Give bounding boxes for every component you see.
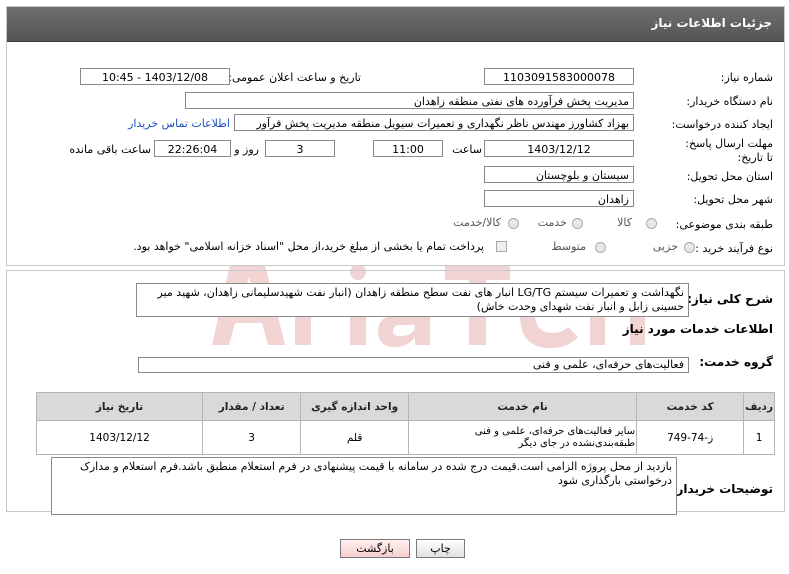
buyer-notes-text: بازدید از محل پروژه الزامی است.قیمت درج …: [51, 457, 677, 515]
province-field: سیستان و بلوچستان: [484, 166, 634, 183]
col-row: ردیف: [743, 392, 775, 421]
purchase-medium-radio[interactable]: [595, 242, 606, 253]
deadline-date-field: 1403/12/12: [484, 140, 634, 157]
print-button[interactable]: چاپ: [416, 539, 465, 558]
requester-label: ایجاد کننده درخواست:: [671, 118, 773, 131]
col-name: نام خدمت: [408, 392, 638, 421]
deadline-time-label: ساعت: [452, 143, 482, 156]
panel-header: جزئیات اطلاعات نیاز: [7, 7, 784, 42]
back-button[interactable]: بازگشت: [340, 539, 410, 558]
days-remaining-field: 3: [265, 140, 335, 157]
category-goods-service-label: کالا/خدمت: [453, 216, 501, 229]
services-table-header: ردیف کد خدمت نام خدمت واحد اندازه گیری ت…: [35, 392, 775, 421]
summary-text: نگهداشت و تعمیرات سیستم LG/TG انبار های …: [136, 283, 689, 317]
cell-unit: قلم: [300, 420, 410, 455]
remaining-time-label: ساعت باقی مانده: [69, 143, 151, 156]
days-label: روز و: [234, 143, 259, 156]
purchase-minor-radio[interactable]: [684, 242, 695, 253]
purchase-type-label: نوع فرآیند خرید :: [695, 242, 773, 255]
need-number-label: شماره نیاز:: [720, 71, 773, 84]
remaining-time-field: 22:26:04: [154, 140, 231, 157]
category-label: طبقه بندی موضوعی:: [675, 218, 773, 231]
service-group-field: فعالیت‌های حرفه‌ای، علمی و فنی: [138, 357, 689, 373]
category-service-radio[interactable]: [572, 218, 583, 229]
city-field: زاهدان: [484, 190, 634, 207]
category-service-label: خدمت: [537, 216, 567, 229]
table-row: 1 ز-74-749 سایر فعالیت‌های حرفه‌ای، علمی…: [35, 420, 775, 455]
need-details-panel: جزئیات اطلاعات نیاز: [6, 6, 785, 266]
requester-field: بهزاد کشاورز مهندس ناظر نگهداری و تعمیرا…: [234, 114, 634, 131]
cell-row: 1: [743, 420, 775, 455]
cell-date: 1403/12/12: [35, 420, 204, 455]
services-section-title: اطلاعات خدمات مورد نیاز: [622, 322, 773, 336]
purchase-minor-label: جزیی: [652, 240, 678, 253]
deadline-label: مهلت ارسال پاسخ: تا تاریخ:: [685, 137, 773, 164]
buyer-org-field: مدیریت پخش فرآورده های نفتی منطقه زاهدان: [185, 92, 634, 109]
category-goods-service-radio[interactable]: [508, 218, 519, 229]
cell-code: ز-74-749: [636, 420, 745, 455]
announce-datetime-label: تاریخ و ساعت اعلان عمومی:: [228, 71, 361, 84]
category-goods-label: کالا: [617, 216, 632, 229]
col-unit: واحد اندازه گیری: [300, 392, 410, 421]
need-number-field: 1103091583000078: [484, 68, 634, 85]
province-label: استان محل تحویل:: [686, 170, 773, 183]
page-title: جزئیات اطلاعات نیاز: [651, 16, 772, 30]
cell-name: سایر فعالیت‌های حرفه‌ای، علمی و فنی طبقه…: [408, 420, 638, 455]
treasury-payment-checkbox[interactable]: [496, 241, 507, 252]
summary-label: شرح کلی نیاز:: [687, 292, 773, 306]
cell-qty: 3: [202, 420, 302, 455]
buyer-contact-link[interactable]: اطلاعات تماس خریدار: [128, 117, 230, 130]
col-qty: تعداد / مقدار: [202, 392, 302, 421]
deadline-time-field: 11:00: [373, 140, 443, 157]
col-code: کد خدمت: [636, 392, 745, 421]
purchase-medium-label: متوسط: [551, 240, 586, 253]
col-date: تاریخ نیاز: [35, 392, 204, 421]
announce-datetime-field: 1403/12/08 - 10:45: [80, 68, 230, 85]
buyer-org-label: نام دستگاه خریدار:: [686, 95, 773, 108]
category-goods-radio[interactable]: [646, 218, 657, 229]
services-table: ردیف کد خدمت نام خدمت واحد اندازه گیری ت…: [35, 392, 775, 455]
service-group-label: گروه خدمت:: [699, 355, 773, 369]
city-label: شهر محل تحویل:: [693, 193, 773, 206]
treasury-payment-note: پرداخت تمام یا بخشی از مبلغ خرید،از محل …: [133, 240, 484, 253]
buyer-notes-label: توضیحات خریدار:: [671, 482, 773, 496]
